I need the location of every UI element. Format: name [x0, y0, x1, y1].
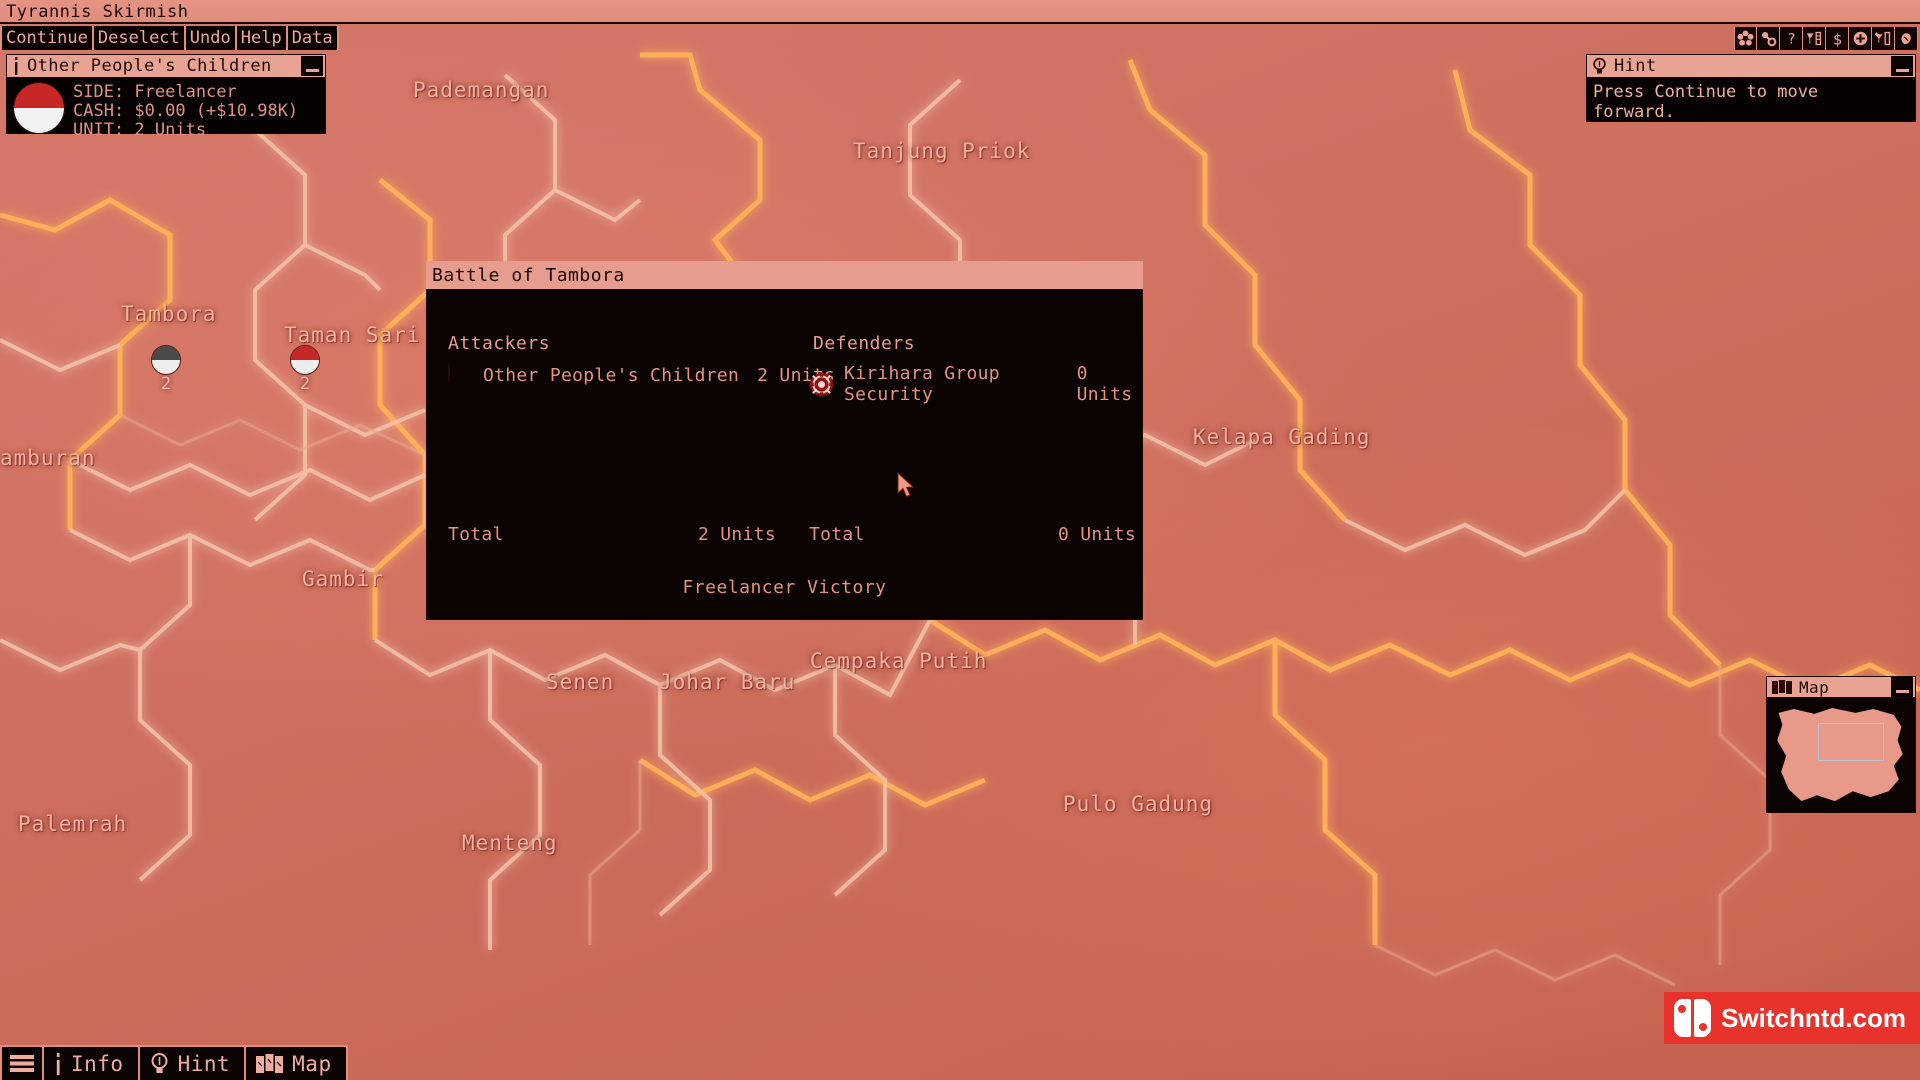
taskbar-hint-label: Hint	[177, 1051, 231, 1076]
plus-circle-icon[interactable]	[1849, 27, 1872, 50]
unit-count: 2	[299, 374, 311, 394]
folded-map-icon	[256, 1053, 284, 1073]
info-panel-title: Other People's Children	[27, 56, 272, 76]
unit-count: 2	[160, 374, 172, 394]
taskbar-map-button[interactable]: Map	[246, 1047, 348, 1080]
hint-panel-minimize-button[interactable]	[1891, 56, 1913, 76]
flower-gear-icon[interactable]	[1734, 27, 1757, 50]
fist-power-icon[interactable]	[1895, 27, 1918, 50]
defenders-total-value: 0 Units	[1058, 524, 1136, 545]
svg-text:$: $	[1832, 30, 1841, 47]
lightbulb-icon	[151, 1053, 168, 1073]
hint-panel-title: Hint	[1614, 56, 1657, 76]
svg-text:?: ?	[1787, 32, 1796, 47]
attackers-total-value: 2 Units	[698, 524, 776, 545]
lightbulb-icon	[1593, 57, 1606, 74]
kirihara-reticle-icon	[809, 371, 834, 397]
indonesia-flag-icon	[448, 362, 473, 388]
minimap-body[interactable]	[1766, 698, 1916, 813]
nintendo-switch-logo-icon	[1674, 999, 1712, 1037]
defenders-header: Defenders	[813, 333, 916, 354]
info-cash-line: CASH: $0.00 (+$10.98K)	[73, 101, 299, 121]
menu-help[interactable]: Help	[236, 26, 288, 50]
minimap-viewport-rect[interactable]	[1818, 723, 1884, 761]
watermark-badge: Switchntd.com	[1664, 992, 1920, 1044]
battle-dialog-titlebar[interactable]: Battle of Tambora	[426, 261, 1143, 289]
minimap-panel-minimize-button[interactable]	[1891, 677, 1913, 697]
attacker-row[interactable]: Other People's Children 2 Units	[448, 362, 835, 388]
battle-dialog: Battle of Tambora Attackers Defenders Ot…	[426, 261, 1143, 620]
attacker-name: Other People's Children	[483, 365, 740, 386]
indonesia-flag-icon	[13, 82, 65, 134]
info-i-icon	[15, 57, 18, 75]
taskbar-info-button[interactable]: Info	[44, 1047, 140, 1080]
minimap-panel-title: Map	[1799, 677, 1830, 697]
taskbar-hint-button[interactable]: Hint	[139, 1047, 247, 1080]
info-panel-titlebar[interactable]: Other People's Children	[6, 54, 326, 78]
watermark-text: Switchntd.com	[1721, 1002, 1906, 1033]
folded-map-icon	[1772, 679, 1792, 694]
battle-dialog-title: Battle of Tambora	[432, 264, 625, 286]
info-panel: Other People's Children SIDE: Freelancer…	[6, 54, 326, 140]
battle-dialog-body: Attackers Defenders Other People's Child…	[426, 289, 1143, 620]
node-link-icon[interactable]	[1757, 27, 1780, 50]
chart-stats-icon[interactable]	[1803, 27, 1826, 50]
taskbar: Info Hint Map	[0, 1045, 348, 1080]
toolbar: ? $	[1734, 27, 1918, 50]
unit-token[interactable]: 2	[290, 345, 320, 394]
game-screen: Pademangan Tanjung Priok Tambora Taman S…	[0, 0, 1920, 1080]
question-help-icon[interactable]: ?	[1780, 27, 1803, 50]
taskbar-info-label: Info	[71, 1051, 124, 1076]
attackers-header: Attackers	[448, 333, 551, 354]
unit-flag-icon	[290, 345, 320, 375]
hamburger-menu-button[interactable]	[0, 1047, 44, 1080]
hamburger-menu-icon	[10, 1055, 34, 1072]
dollar-money-icon[interactable]: $	[1826, 27, 1849, 50]
unit-flag-icon	[151, 345, 181, 375]
info-side-line: SIDE: Freelancer	[73, 82, 237, 102]
window-titlebar: Tyrannis Skirmish	[0, 0, 1920, 24]
menu-deselect[interactable]: Deselect	[93, 26, 186, 50]
hint-panel-titlebar[interactable]: Hint	[1586, 54, 1916, 78]
minimap-panel: Map	[1766, 676, 1916, 813]
hint-panel-body: Press Continue to move forward.	[1586, 78, 1916, 122]
info-i-icon	[56, 1052, 60, 1075]
minimap-image[interactable]	[1770, 701, 1912, 809]
info-unit-line: UNIT: 2 Units	[73, 120, 207, 140]
filter-sort-icon[interactable]	[1872, 27, 1895, 50]
menu-continue[interactable]: Continue	[0, 26, 94, 50]
window-title: Tyrannis Skirmish	[6, 2, 189, 22]
defenders-total-label: Total	[809, 524, 865, 545]
battle-outcome-text: Freelancer Victory	[682, 577, 887, 598]
menu-data[interactable]: Data	[287, 26, 339, 50]
menu-bar: Continue Deselect Undo Help Data	[0, 26, 339, 50]
defender-row[interactable]: Kirihara Group Security 0 Units	[809, 363, 1142, 405]
info-panel-minimize-button[interactable]	[301, 56, 323, 76]
taskbar-map-label: Map	[292, 1051, 332, 1076]
hint-panel: Hint Press Continue to move forward.	[1586, 54, 1916, 122]
attackers-total-label: Total	[448, 524, 504, 545]
hint-text: Press Continue to move forward.	[1593, 82, 1819, 122]
defender-units: 0 Units	[1076, 363, 1133, 405]
defender-name: Kirihara Group Security	[844, 363, 1000, 405]
unit-token[interactable]: 2	[151, 345, 181, 394]
menu-undo[interactable]: Undo	[185, 26, 237, 50]
minimap-panel-titlebar[interactable]: Map	[1766, 676, 1916, 698]
info-panel-body: SIDE: Freelancer CASH: $0.00 (+$10.98K) …	[6, 78, 326, 140]
